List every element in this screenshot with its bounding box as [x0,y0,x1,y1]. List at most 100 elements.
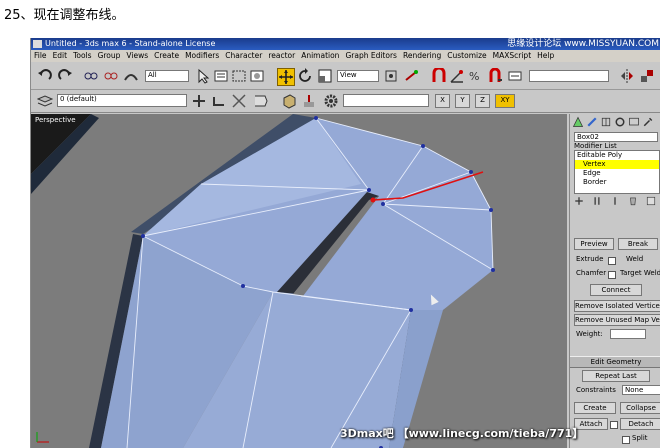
select-and-move-icon[interactable] [277,68,295,86]
axis-x-button[interactable]: X [435,94,450,108]
modifier-list-dropdown[interactable]: Modifier List [574,142,617,150]
layer-dropdown[interactable]: 0 (default) [57,94,187,107]
menu-graph-editors[interactable]: Graph Editors [342,50,400,62]
select-by-material-icon[interactable] [301,93,317,109]
axis-xy-button[interactable]: XY [495,94,515,108]
menu-maxscript[interactable]: MAXScript [490,50,535,62]
menu-group[interactable]: Group [95,50,124,62]
attach-list-checkbox[interactable] [610,421,618,429]
target-weld-button[interactable]: Target Weld [620,269,660,277]
collapse-button[interactable]: Collapse [620,402,660,414]
select-layer-icon[interactable] [231,93,247,109]
site-watermark: 思缘设计论坛 www.MISSYUAN.COM [507,39,659,49]
hierarchy-tab-icon[interactable] [600,116,612,128]
menu-modifiers[interactable]: Modifiers [182,50,222,62]
menu-file[interactable]: File [31,50,50,62]
object-name-field[interactable]: Box02 [574,132,658,142]
edit-named-selection-icon[interactable] [507,68,523,84]
remove-unused-map-verts-button[interactable]: Remove Unused Map Verts [574,314,660,326]
stack-item-edge[interactable]: Edge [575,169,659,178]
create-layer-icon[interactable] [191,93,207,109]
select-manipulate-icon[interactable] [403,68,419,84]
show-end-result-icon[interactable] [592,196,602,206]
redo-icon[interactable] [57,68,73,84]
spinner-snap-icon[interactable] [487,68,503,84]
named-selection-dropdown[interactable] [529,70,609,82]
motion-tab-icon[interactable] [614,116,626,128]
svg-text:%: % [469,70,479,83]
viewport-label[interactable]: Perspective [35,116,76,124]
menu-customize[interactable]: Customize [444,50,489,62]
pin-stack-icon[interactable] [574,196,584,206]
layer-manager-icon[interactable] [37,93,53,109]
detach-button[interactable]: Detach [620,418,660,430]
preview-button[interactable]: Preview [574,238,614,250]
extrude-button[interactable]: Extrude [576,255,603,263]
repeat-last-button[interactable]: Repeat Last [582,370,650,382]
modify-tab-icon[interactable] [586,116,598,128]
window-crossing-icon[interactable] [249,68,265,84]
reference-coordinate-dropdown[interactable]: View [337,70,379,82]
curve-style-dropdown[interactable] [343,94,429,107]
menu-create[interactable]: Create [151,50,182,62]
stack-item-border[interactable]: Border [575,178,659,187]
ref-coord-value: View [340,71,357,79]
menu-bar: File Edit Tools Group Views Create Modif… [31,50,660,62]
menu-help[interactable]: Help [534,50,557,62]
select-and-scale-icon[interactable] [317,68,333,84]
align-icon[interactable] [639,68,655,84]
axis-y-button[interactable]: Y [455,94,470,108]
snap-toggle-icon[interactable] [431,68,447,84]
menu-edit[interactable]: Edit [50,50,71,62]
viewport-model-render [31,114,495,448]
settings-gear-icon[interactable] [323,93,339,109]
make-unique-icon[interactable] [610,196,620,206]
stack-item-vertex[interactable]: Vertex [575,160,659,169]
set-current-layer-icon[interactable] [253,93,269,109]
chamfer-settings-checkbox[interactable] [608,271,616,279]
break-button[interactable]: Break [618,238,658,250]
chamfer-button[interactable]: Chamfer [576,269,606,277]
mirror-icon[interactable] [619,68,635,84]
menu-views[interactable]: Views [123,50,151,62]
weight-input[interactable] [610,329,646,339]
perspective-viewport[interactable]: Perspective [31,114,567,448]
split-checkbox[interactable] [622,436,630,444]
menu-animation[interactable]: Animation [298,50,342,62]
object-name: Box02 [577,133,599,141]
select-and-rotate-icon[interactable] [297,68,313,84]
angle-snap-icon[interactable] [449,68,465,84]
bind-space-warp-icon[interactable] [123,68,139,84]
utilities-tab-icon[interactable] [642,116,654,128]
menu-tools[interactable]: Tools [70,50,94,62]
pivot-center-icon[interactable] [383,68,399,84]
box-object-icon[interactable] [281,93,297,109]
unlink-icon[interactable] [103,68,119,84]
create-tab-icon[interactable] [572,116,584,128]
configure-sets-icon[interactable] [646,196,656,206]
layer-toolbar: 0 (default) X Y Z XY [31,90,660,113]
window-title: Untitled - 3ds max 6 - Stand-alone Licen… [45,39,216,48]
extrude-settings-checkbox[interactable] [608,257,616,265]
selection-filter-dropdown[interactable]: All [145,70,189,82]
constraints-dropdown[interactable]: None [622,385,660,395]
remove-isolated-vertices-button[interactable]: Remove Isolated Vertices [574,300,660,312]
select-link-icon[interactable] [83,68,99,84]
menu-rendering[interactable]: Rendering [400,50,444,62]
stack-item-editable-poly[interactable]: Editable Poly [575,151,659,160]
connect-button[interactable]: Connect [590,284,642,296]
select-object-icon[interactable] [195,68,211,84]
select-by-name-icon[interactable] [213,68,229,84]
rectangular-selection-icon[interactable] [231,68,247,84]
menu-character[interactable]: Character [222,50,265,62]
edit-geometry-rollout[interactable]: Edit Geometry [570,356,660,368]
axis-z-button[interactable]: Z [475,94,490,108]
add-to-layer-icon[interactable] [211,93,227,109]
menu-reactor[interactable]: reactor [265,50,298,62]
display-tab-icon[interactable] [628,116,640,128]
remove-modifier-icon[interactable] [628,196,638,206]
weld-button[interactable]: Weld [626,255,643,263]
create-button[interactable]: Create [574,402,616,414]
undo-icon[interactable] [37,68,53,84]
percent-snap-icon[interactable]: % [467,68,483,84]
